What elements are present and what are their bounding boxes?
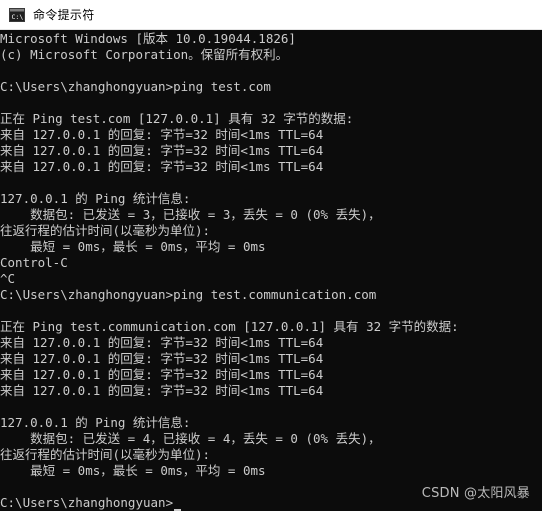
console-line: 往返行程的估计时间(以毫秒为单位): [0, 447, 211, 462]
console-line: 数据包: 已发送 = 3，已接收 = 3，丢失 = 0 (0% 丢失)， [0, 207, 381, 222]
console-line: 来自 127.0.0.1 的回复: 字节=32 时间<1ms TTL=64 [0, 383, 324, 398]
console-prompt-line[interactable]: C:\Users\zhanghongyuan> [0, 495, 182, 511]
console-line: 正在 Ping test.communication.com [127.0.0.… [0, 319, 459, 334]
prompt-text: C:\Users\zhanghongyuan> [0, 495, 174, 510]
console-line: 来自 127.0.0.1 的回复: 字节=32 时间<1ms TTL=64 [0, 335, 324, 350]
watermark: CSDN @太阳风暴 [421, 486, 530, 501]
title-bar[interactable]: C:\ 命令提示符 [0, 0, 542, 30]
console-line: 来自 127.0.0.1 的回复: 字节=32 时间<1ms TTL=64 [0, 127, 324, 142]
terminal-icon: C:\ [9, 7, 25, 22]
console-line: 数据包: 已发送 = 4，已接收 = 4，丢失 = 0 (0% 丢失)， [0, 431, 381, 446]
console-line: 来自 127.0.0.1 的回复: 字节=32 时间<1ms TTL=64 [0, 351, 324, 366]
console-line: (c) Microsoft Corporation。保留所有权利。 [0, 47, 289, 62]
console-line: ^C [0, 271, 16, 286]
console-line: 往返行程的估计时间(以毫秒为单位): [0, 223, 211, 238]
console-line: 最短 = 0ms，最长 = 0ms，平均 = 0ms [0, 463, 266, 478]
console-line: 来自 127.0.0.1 的回复: 字节=32 时间<1ms TTL=64 [0, 143, 324, 158]
console-line: 来自 127.0.0.1 的回复: 字节=32 时间<1ms TTL=64 [0, 159, 324, 174]
console-line: C:\Users\zhanghongyuan>ping test.com [0, 79, 271, 94]
console-line: C:\Users\zhanghongyuan>ping test.communi… [0, 287, 377, 302]
console-line: 来自 127.0.0.1 的回复: 字节=32 时间<1ms TTL=64 [0, 367, 324, 382]
console-line: 正在 Ping test.com [127.0.0.1] 具有 32 字节的数据… [0, 111, 354, 126]
console-line: 最短 = 0ms，最长 = 0ms，平均 = 0ms [0, 239, 266, 254]
console-line: Microsoft Windows [版本 10.0.19044.1826] [0, 31, 296, 46]
svg-text:C:\: C:\ [12, 13, 24, 21]
console-line: Control-C [0, 255, 68, 270]
window-title: 命令提示符 [33, 8, 95, 22]
console-line: 127.0.0.1 的 Ping 统计信息: [0, 415, 191, 430]
command-prompt-window: C:\ 命令提示符 Microsoft Windows [版本 10.0.190… [0, 0, 542, 511]
console-output[interactable]: Microsoft Windows [版本 10.0.19044.1826] (… [0, 31, 542, 511]
console-line: 127.0.0.1 的 Ping 统计信息: [0, 191, 191, 206]
